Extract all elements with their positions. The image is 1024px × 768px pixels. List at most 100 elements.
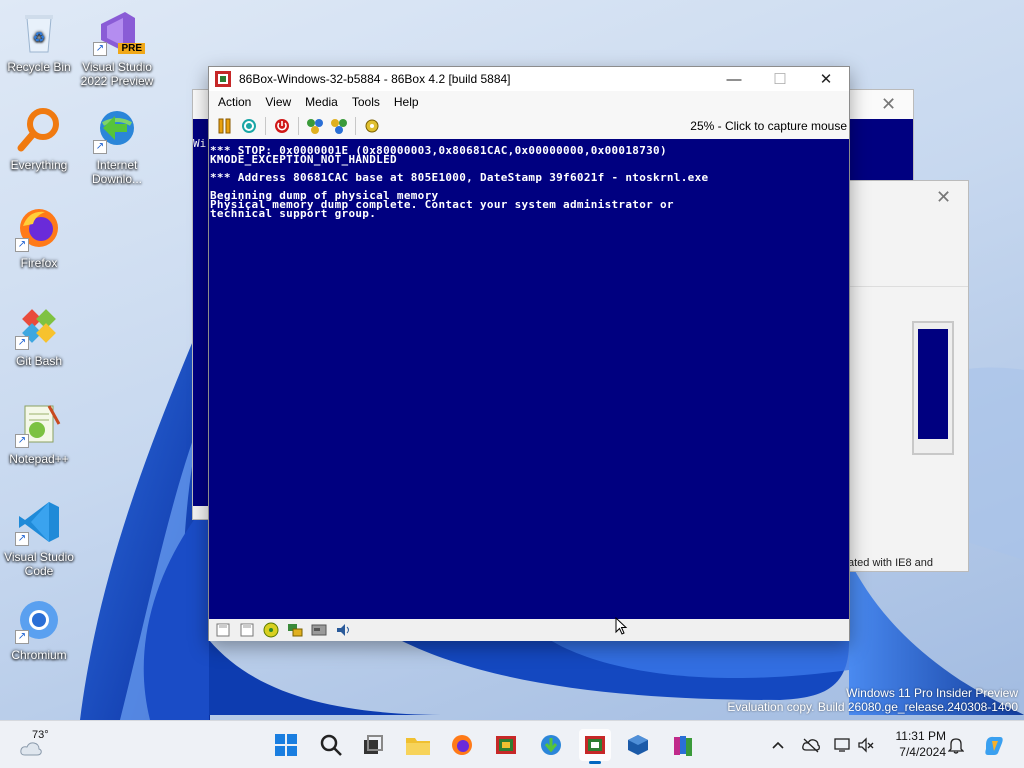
virtualbox-icon[interactable] <box>622 729 654 761</box>
task-view-icon[interactable] <box>357 729 389 761</box>
86box-icon[interactable] <box>579 729 611 764</box>
desktop-icon-label: Visual Studio Code <box>4 550 74 578</box>
recycle-bin-icon: ♻ <box>15 8 63 56</box>
menu-action[interactable]: Action <box>211 95 258 109</box>
shortcut-arrow-icon: ↗ <box>93 42 107 56</box>
firefox-icon[interactable] <box>446 729 478 761</box>
ctrl-alt-esc-icon[interactable] <box>330 117 348 135</box>
shortcut-arrow-icon: ↗ <box>93 140 107 154</box>
desktop-icon-recycle-bin[interactable]: ♻ Recycle Bin <box>0 8 78 74</box>
floppy-b-icon[interactable] <box>238 622 256 638</box>
visual-studio-preview-icon: PRE ↗ <box>93 8 145 56</box>
vm-manager-icon[interactable] <box>490 729 522 761</box>
firefox-icon: ↗ <box>15 204 63 252</box>
desktop-icon-notepad-plus-plus[interactable]: ↗ Notepad++ <box>0 400 78 466</box>
menu-bar: Action View Media Tools Help <box>209 91 849 113</box>
svg-text:♻: ♻ <box>33 29 46 45</box>
desktop-icon-chromium[interactable]: ↗ Chromium <box>0 596 78 662</box>
network-icon[interactable] <box>286 622 304 638</box>
desktop-icon-label: Visual Studio 2022 Preview <box>80 60 154 88</box>
status-bar <box>209 619 849 641</box>
desktop-icon-everything[interactable]: Everything <box>0 106 78 172</box>
desktop-icon-label: Notepad++ <box>9 452 69 466</box>
desktop-icon-label: Firefox <box>20 256 58 270</box>
cloud-icon <box>20 742 42 756</box>
clock[interactable]: 11:31 PM 7/4/2024 <box>882 728 946 760</box>
menu-media[interactable]: Media <box>298 95 345 109</box>
bsod-text: *** STOP: 0x0000001E (0x80000003,0x80681… <box>210 144 709 220</box>
internet-download-manager-icon[interactable] <box>535 729 567 761</box>
cloud-offline-icon[interactable] <box>801 735 821 755</box>
maximize-button[interactable]: ☐ <box>757 67 803 91</box>
shortcut-arrow-icon: ↗ <box>15 336 29 350</box>
emulator-screen[interactable]: *** STOP: 0x0000001E (0x80000003,0x80681… <box>209 139 849 619</box>
floppy-a-icon[interactable] <box>214 622 232 638</box>
desktop-icon-label: Recycle Bin <box>7 60 71 74</box>
window-title: 86Box-Windows-32-b5884 - 86Box 4.2 [buil… <box>239 72 511 86</box>
minimize-button[interactable]: — <box>711 67 757 91</box>
volume-muted-icon[interactable] <box>856 735 876 755</box>
preview-screen <box>918 329 948 439</box>
dialog-text: ated with IE8 and <box>848 557 934 569</box>
shortcut-arrow-icon: ↗ <box>15 630 29 644</box>
search-icon[interactable] <box>315 729 347 761</box>
desktop-icon-label: Git Bash <box>15 354 63 368</box>
menu-view[interactable]: View <box>258 95 298 109</box>
toolbar-separator <box>265 117 266 135</box>
clock-date: 7/4/2024 <box>899 745 946 759</box>
preview-badge: PRE <box>118 43 145 54</box>
weather-temp: 73° <box>32 729 49 741</box>
display-icon[interactable] <box>833 735 853 755</box>
winrar-icon[interactable] <box>667 729 699 761</box>
everything-search-icon <box>15 106 63 154</box>
git-bash-icon: ↗ <box>15 302 63 350</box>
sound-icon[interactable] <box>334 622 352 638</box>
close-icon[interactable]: ✕ <box>881 94 896 115</box>
chevron-up-icon[interactable] <box>768 735 788 755</box>
toolbar-separator <box>298 117 299 135</box>
notepad-plus-plus-icon: ↗ <box>15 400 63 448</box>
hdd-icon[interactable] <box>310 622 328 638</box>
desktop-icon-label: Internet Downlo... <box>91 158 143 186</box>
menu-tools[interactable]: Tools <box>345 95 387 109</box>
shortcut-arrow-icon: ↗ <box>15 238 29 252</box>
desktop-icon-visual-studio-preview[interactable]: PRE ↗ Visual Studio 2022 Preview <box>78 8 156 88</box>
desktop-icon-firefox[interactable]: ↗ Firefox <box>0 204 78 270</box>
watermark-line-2: Evaluation copy. Build 26080.ge_release.… <box>727 700 1018 714</box>
power-icon[interactable] <box>273 117 291 135</box>
watermark-line-1: Windows 11 Pro Insider Preview <box>846 686 1018 700</box>
86box-app-icon <box>215 71 231 87</box>
notification-bell-icon[interactable] <box>946 735 966 755</box>
start-icon[interactable] <box>270 729 302 761</box>
settings-icon[interactable] <box>363 117 381 135</box>
desktop-icon-label: Chromium <box>11 648 67 662</box>
pause-icon[interactable] <box>216 117 234 135</box>
background-window-dialog[interactable]: ✕ ated with IE8 and <box>848 180 969 572</box>
weather-widget[interactable]: 73° <box>18 727 58 763</box>
ctrl-alt-del-icon[interactable] <box>306 117 324 135</box>
close-button[interactable]: ✕ <box>803 67 849 91</box>
clock-time: 11:31 PM <box>895 729 946 743</box>
hard-reset-icon[interactable] <box>240 117 258 135</box>
toolbar-separator <box>355 117 356 135</box>
active-indicator <box>589 761 601 764</box>
desktop-icon-internet-download-manager[interactable]: ↗ Internet Downlo... <box>78 106 156 186</box>
cdrom-icon[interactable] <box>262 622 280 638</box>
desktop-icon-git-bash[interactable]: ↗ Git Bash <box>0 302 78 368</box>
copilot-preview-icon[interactable] <box>982 733 1006 757</box>
desktop-icon-vscode[interactable]: ↗ Visual Studio Code <box>0 498 78 578</box>
shortcut-arrow-icon: ↗ <box>15 434 29 448</box>
chromium-icon: ↗ <box>15 596 63 644</box>
capture-mouse-hint[interactable]: 25% - Click to capture mouse <box>690 119 847 133</box>
mouse-cursor-icon <box>615 617 628 635</box>
desktop-icon-label: Everything <box>10 158 68 172</box>
86box-window[interactable]: 86Box-Windows-32-b5884 - 86Box 4.2 [buil… <box>208 66 850 641</box>
window-titlebar[interactable]: 86Box-Windows-32-b5884 - 86Box 4.2 [buil… <box>209 67 849 91</box>
divider <box>850 286 968 287</box>
taskbar: 73° 11:31 PM 7/4/2024 <box>0 720 1024 768</box>
preview-frame <box>912 321 954 455</box>
background-window-text: Wi <box>193 137 207 150</box>
file-explorer-icon[interactable] <box>402 729 434 761</box>
menu-help[interactable]: Help <box>387 95 426 109</box>
close-icon[interactable]: ✕ <box>936 187 951 208</box>
